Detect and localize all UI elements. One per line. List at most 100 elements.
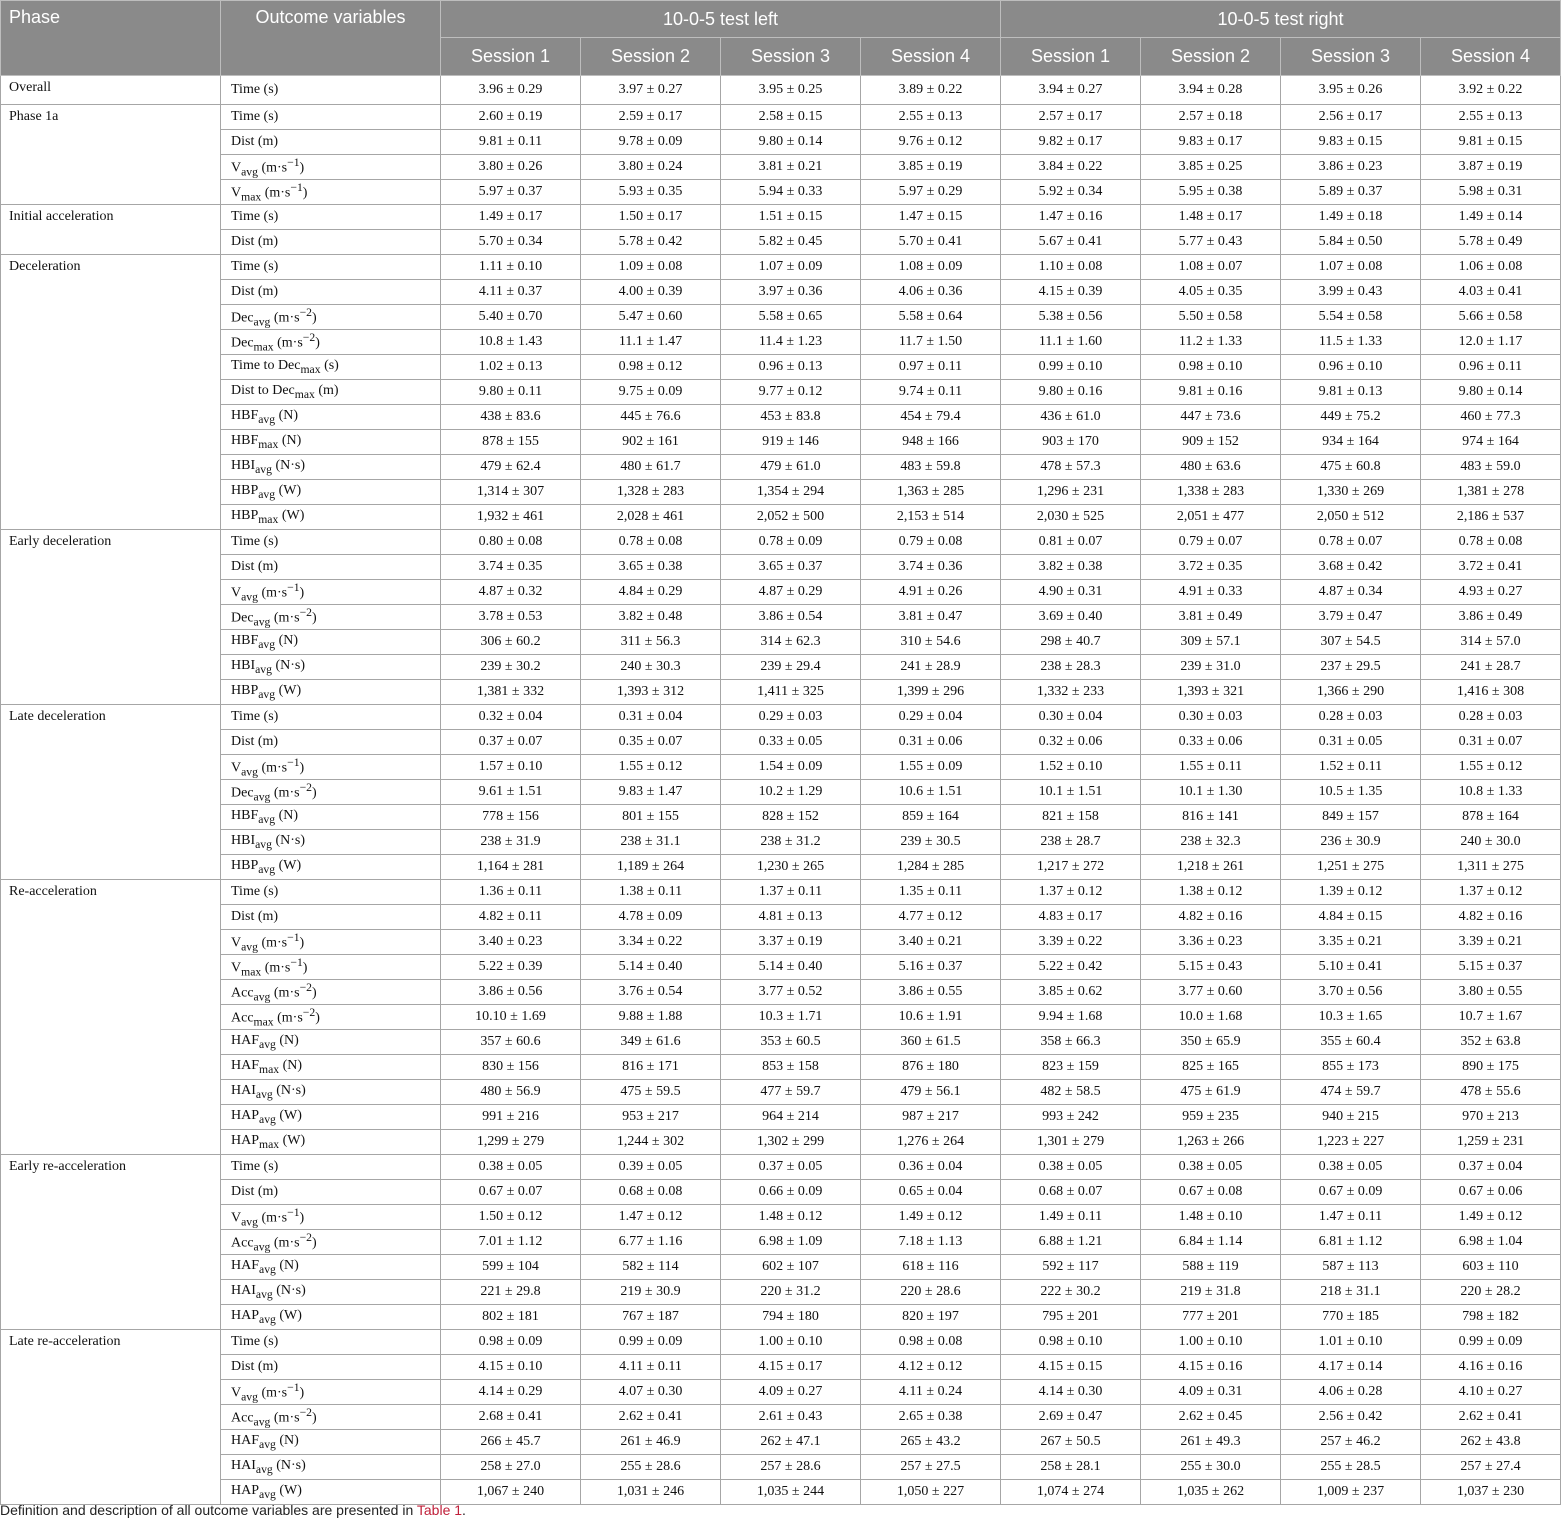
value-left-session-2: 9.75 ± 0.09: [580, 379, 721, 405]
value-right-session-2: 255 ± 30.0: [1140, 1454, 1281, 1480]
outcome-variable: HAFavg (N): [220, 1029, 441, 1055]
value-right-session-4: 2.62 ± 0.41: [1420, 1404, 1561, 1430]
value-right-session-1: 0.30 ± 0.04: [1000, 704, 1141, 730]
variable-tail: ): [315, 1010, 320, 1026]
variable-var: HAF: [231, 1033, 260, 1049]
table-row: Late deceleration Time (s) 0.32 ± 0.04 0.31…: [0, 704, 1561, 880]
variable-tail: ): [299, 160, 305, 176]
value-left-session-2: 1,393 ± 312: [580, 679, 721, 705]
variable-sub: avg: [241, 765, 258, 779]
table-row: Vavg (m·s−1) 3.80 ± 0.26 3.80 ± 0.24 3.81 ±…: [1, 154, 1561, 180]
value-right-session-3: 1.47 ± 0.11: [1280, 1204, 1421, 1230]
value-right-session-1: 1.52 ± 0.10: [1000, 754, 1141, 780]
value-right-session-2: 1.08 ± 0.07: [1140, 254, 1281, 280]
variable-var: Time (s): [231, 259, 279, 274]
value-left-session-4: 220 ± 28.6: [860, 1279, 1001, 1305]
value-left-session-3: 0.29 ± 0.03: [720, 704, 861, 730]
variable-var: V: [231, 185, 242, 201]
table-row: HBFavg (N) 778 ± 156 801 ± 155 828 ± 152 859…: [1, 804, 1561, 830]
value-left-session-2: 1.55 ± 0.12: [580, 754, 721, 780]
outcome-variable: Decavg (m·s−2): [220, 304, 441, 330]
value-right-session-2: 447 ± 73.6: [1140, 404, 1281, 430]
table-row: Dist (m) 3.74 ± 0.35 3.65 ± 0.38 3.65 ± 0.3…: [1, 554, 1561, 580]
variable-var: Dist (m): [231, 234, 279, 249]
variable-var: HAI: [231, 1083, 256, 1099]
value-right-session-2: 2.62 ± 0.45: [1140, 1404, 1281, 1430]
value-right-session-2: 309 ± 57.1: [1140, 629, 1281, 655]
variable-var: Acc: [231, 1410, 254, 1426]
variable-unit: (W): [278, 508, 305, 524]
table-row: Decmax (m·s−2) 10.8 ± 1.43 11.1 ± 1.47 11.4…: [1, 329, 1561, 355]
value-left-session-3: 1.48 ± 0.12: [720, 1204, 861, 1230]
outcome-variable: Vavg (m·s−1): [220, 579, 441, 605]
variable-var: HBP: [231, 683, 259, 699]
table-row: Dist (m) 4.15 ± 0.10 4.11 ± 0.11 4.15 ± 0.1…: [1, 1354, 1561, 1380]
value-left-session-4: 239 ± 30.5: [860, 829, 1001, 855]
value-left-session-1: 1.57 ± 0.10: [440, 754, 581, 780]
value-right-session-2: 5.77 ± 0.43: [1140, 229, 1281, 255]
value-right-session-3: 4.17 ± 0.14: [1280, 1354, 1421, 1380]
outcome-variable: HBPavg (W): [220, 854, 441, 880]
value-right-session-4: 4.03 ± 0.41: [1420, 279, 1561, 305]
variable-unit: (W): [275, 858, 302, 874]
value-right-session-4: 1,416 ± 308: [1420, 679, 1561, 705]
value-right-session-3: 3.70 ± 0.56: [1280, 979, 1421, 1005]
value-right-session-4: 0.37 ± 0.04: [1420, 1154, 1561, 1180]
value-right-session-3: 3.35 ± 0.21: [1280, 929, 1421, 955]
table-1-link[interactable]: Table 1: [417, 1502, 462, 1518]
value-right-session-1: 2.69 ± 0.47: [1000, 1404, 1141, 1430]
variable-var: Dec: [231, 785, 254, 801]
outcome-variable: Decmax (m·s−2): [220, 329, 441, 355]
value-left-session-1: 0.37 ± 0.07: [440, 729, 581, 755]
value-left-session-4: 4.11 ± 0.24: [860, 1379, 1001, 1405]
outcome-variable: Dist (m): [220, 729, 441, 755]
variable-unit: (m·s: [273, 1010, 303, 1026]
outcome-variable: Time (s): [220, 104, 441, 130]
variable-sup: −1: [287, 755, 300, 769]
value-left-session-4: 4.06 ± 0.36: [860, 279, 1001, 305]
table-row: HAFavg (N) 266 ± 45.7 261 ± 46.9 262 ± 47.1…: [1, 1429, 1561, 1455]
variable-sub: avg: [255, 462, 272, 476]
value-left-session-4: 876 ± 180: [860, 1054, 1001, 1080]
value-left-session-4: 3.81 ± 0.47: [860, 604, 1001, 630]
value-left-session-3: 1,354 ± 294: [720, 479, 861, 505]
value-right-session-1: 10.1 ± 1.51: [1000, 779, 1141, 805]
variable-unit: (N): [275, 633, 299, 649]
variable-sub: max: [258, 512, 279, 526]
variable-unit: (N·s): [271, 458, 306, 474]
value-left-session-2: 3.34 ± 0.22: [580, 929, 721, 955]
variable-sup: −2: [299, 1405, 312, 1419]
table-row: HAIavg (N·s) 221 ± 29.8 219 ± 30.9 220 ± 31…: [1, 1279, 1561, 1305]
value-right-session-4: 970 ± 213: [1420, 1104, 1561, 1130]
value-right-session-2: 1,393 ± 321: [1140, 679, 1281, 705]
value-left-session-4: 454 ± 79.4: [860, 404, 1001, 430]
table-row: Vavg (m·s−1) 4.14 ± 0.29 4.07 ± 0.30 4.09 ±…: [1, 1379, 1561, 1405]
value-left-session-3: 853 ± 158: [720, 1054, 861, 1080]
value-right-session-4: 798 ± 182: [1420, 1304, 1561, 1330]
variable-unit: (N): [275, 1433, 299, 1449]
value-right-session-1: 0.98 ± 0.10: [1000, 1329, 1141, 1355]
variable-unit: (m): [314, 383, 339, 399]
variable-unit: (m·s: [273, 335, 303, 351]
value-left-session-2: 2.59 ± 0.17: [580, 104, 721, 130]
value-left-session-3: 3.77 ± 0.52: [720, 979, 861, 1005]
value-right-session-3: 587 ± 113: [1280, 1254, 1421, 1280]
value-right-session-3: 2.56 ± 0.42: [1280, 1404, 1421, 1430]
variable-tail: ): [302, 960, 308, 976]
variable-sub: avg: [241, 940, 258, 954]
value-left-session-2: 0.78 ± 0.08: [580, 529, 721, 555]
variable-var: Time (s): [231, 109, 279, 124]
value-left-session-2: 311 ± 56.3: [580, 629, 721, 655]
value-left-session-1: 1.36 ± 0.11: [440, 879, 581, 905]
variable-tail: ): [315, 335, 320, 351]
value-right-session-4: 4.82 ± 0.16: [1420, 904, 1561, 930]
table-row: HBPavg (W) 1,164 ± 281 1,189 ± 264 1,230 ± …: [1, 854, 1561, 880]
footnote: Definition and description of all outcom…: [0, 1502, 466, 1518]
variable-sub: avg: [241, 165, 258, 179]
table-row: Vavg (m·s−1) 1.50 ± 0.12 1.47 ± 0.12 1.48 ±…: [1, 1204, 1561, 1230]
variable-unit: (N·s): [272, 1458, 306, 1474]
value-right-session-3: 5.54 ± 0.58: [1280, 304, 1421, 330]
value-right-session-4: 1.06 ± 0.08: [1420, 254, 1561, 280]
value-right-session-4: 5.15 ± 0.37: [1420, 954, 1561, 980]
value-right-session-4: 483 ± 59.0: [1420, 454, 1561, 480]
